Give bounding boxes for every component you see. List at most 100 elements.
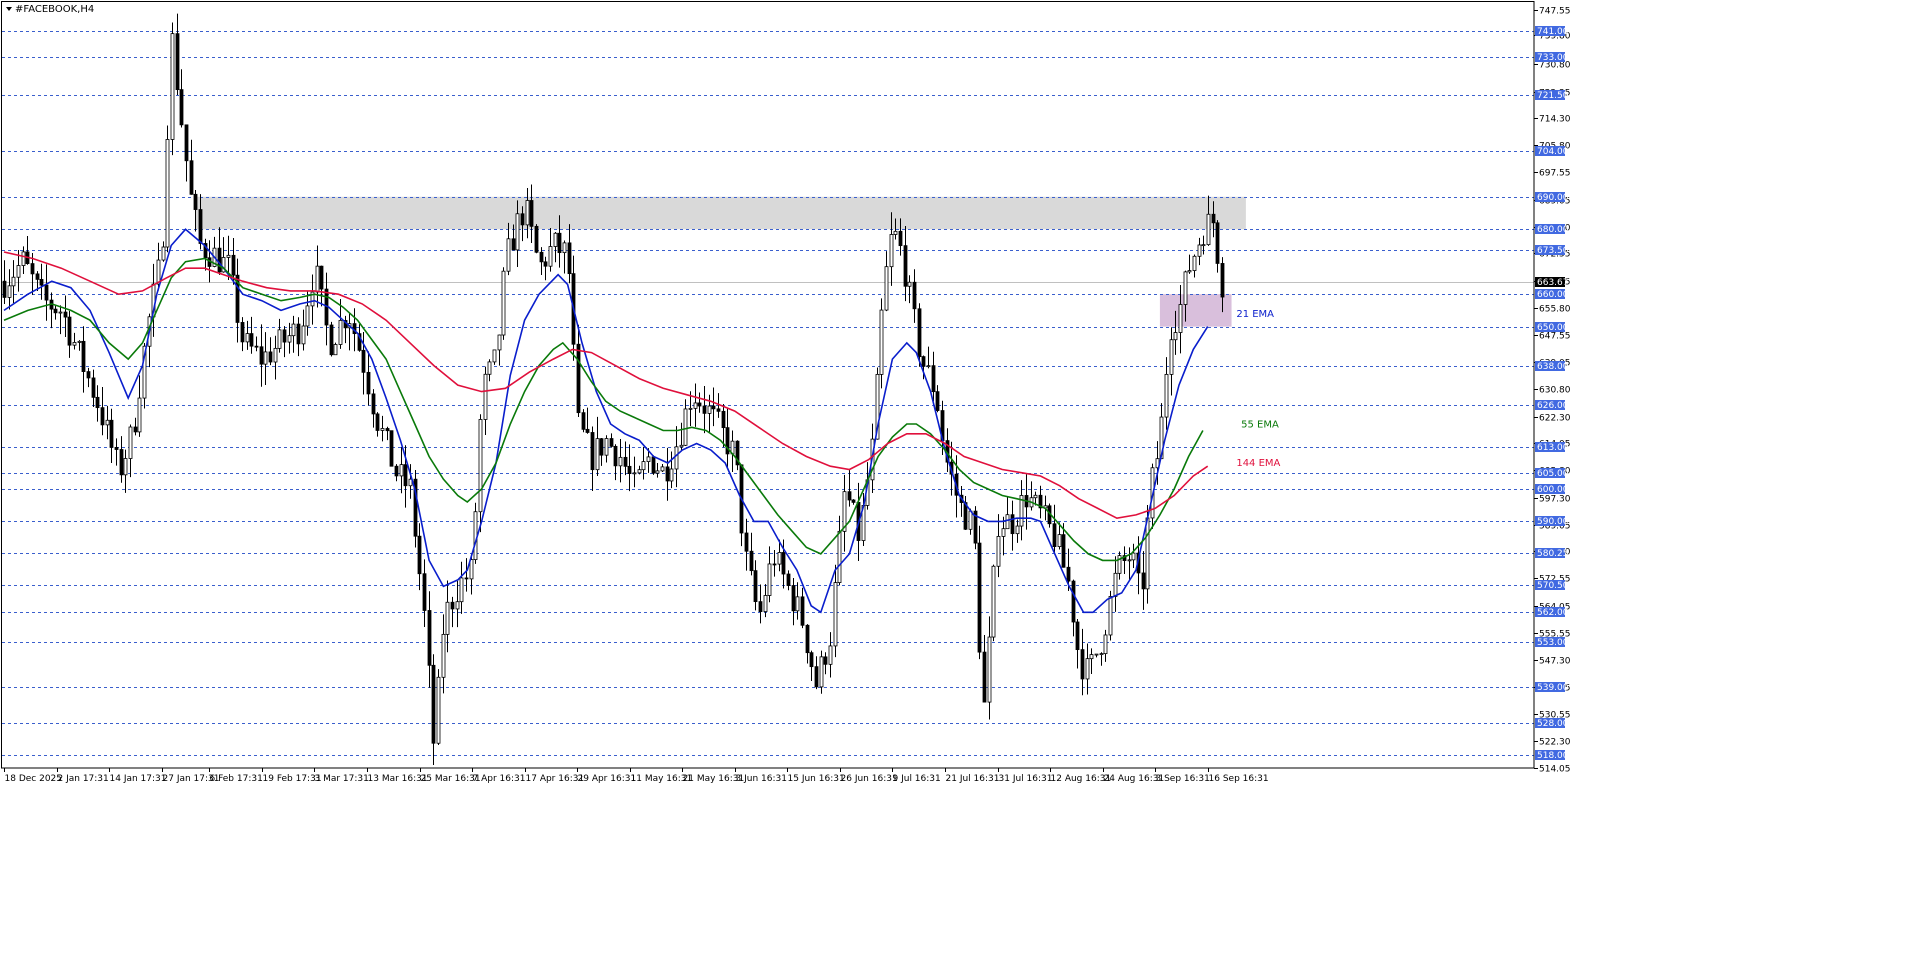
level-tag[interactable]: 741.00 [1535, 26, 1569, 37]
55-ema-label: 55 EMA [1241, 419, 1279, 430]
level-tag-label: 570.50 [1537, 581, 1569, 591]
candle-body [184, 124, 189, 162]
candle-body [77, 340, 82, 343]
candle[interactable] [165, 125, 170, 253]
candle-body [58, 311, 63, 314]
price-tick-label: 697.55 [1539, 169, 1571, 179]
candle-body [1033, 494, 1038, 499]
time-tick-label: 3 Mar 17:31 [315, 774, 369, 784]
candle[interactable] [333, 342, 338, 356]
level-tag-label: 613.00 [1537, 443, 1569, 453]
candle[interactable] [977, 525, 982, 660]
candle-body [987, 636, 992, 703]
level-tag[interactable]: 733.00 [1535, 52, 1569, 63]
time-tick-label: 9 Jul 16:31 [893, 774, 941, 784]
candle-body [1131, 552, 1136, 561]
level-tag[interactable]: 562.00 [1535, 607, 1569, 618]
level-tag[interactable]: 690.00 [1535, 192, 1569, 203]
level-tag[interactable]: 638.00 [1535, 361, 1569, 372]
price-tick-label: 622.30 [1539, 414, 1571, 424]
candle[interactable] [651, 455, 656, 475]
candle-body [114, 446, 119, 450]
level-tag[interactable]: 721.50 [1535, 90, 1569, 101]
candle[interactable] [534, 224, 539, 254]
level-tag[interactable]: 553.00 [1535, 637, 1569, 648]
candle[interactable] [501, 267, 506, 340]
candle-body [478, 419, 483, 513]
level-tag[interactable]: 605.00 [1535, 468, 1569, 479]
candle[interactable] [473, 502, 478, 564]
time-tick-label: 3 Jun 16:31 [736, 774, 787, 784]
level-tag-label: 680.00 [1537, 225, 1569, 235]
candle[interactable] [329, 321, 334, 357]
level-tag[interactable]: 600.00 [1535, 484, 1569, 495]
candle-body [632, 472, 637, 475]
level-tag[interactable]: 660.00 [1535, 289, 1569, 300]
candle-body [795, 596, 800, 612]
price-tick-label: 547.30 [1539, 657, 1571, 667]
level-tag[interactable]: 704.00 [1535, 146, 1569, 157]
candle-body [1108, 596, 1113, 636]
candle-body [576, 343, 581, 414]
level-tag[interactable]: 539.00 [1535, 682, 1569, 693]
candle-body [291, 323, 296, 337]
candle-body [371, 393, 376, 415]
price-chart[interactable]: 21 EMA 55 EMA 144 EMA 747.55739.80730.8072… [0, 0, 1916, 963]
candle-body [436, 676, 441, 744]
candle[interactable] [413, 469, 418, 548]
price-axis[interactable]: 747.55739.80730.80722.35714.30705.80697.… [1534, 7, 1571, 775]
candle-body [1010, 514, 1015, 535]
candle-body [333, 344, 338, 356]
chart-title: #FACEBOOK,H4 [15, 4, 94, 15]
candle-body [263, 351, 268, 365]
candle[interactable] [973, 506, 978, 550]
candle-body [1220, 263, 1225, 298]
level-tag[interactable]: 590.00 [1535, 516, 1569, 527]
candle-body [240, 322, 245, 343]
candle[interactable] [389, 430, 394, 467]
level-tag-label: 528.00 [1537, 719, 1569, 729]
level-tag[interactable]: 650.00 [1535, 322, 1569, 333]
candle-body [823, 656, 828, 665]
candle-body [884, 266, 889, 311]
candle-body [548, 246, 553, 267]
candle-body [128, 426, 133, 459]
candle-body [492, 349, 497, 363]
candle-body [529, 200, 534, 227]
candle-body [534, 225, 539, 253]
candle-body [119, 449, 124, 476]
candle-body [749, 550, 754, 572]
candle-body [1061, 534, 1066, 568]
candle[interactable] [581, 409, 586, 433]
candle-body [483, 373, 488, 420]
level-tag[interactable]: 518.00 [1535, 750, 1569, 761]
candle-body [21, 251, 26, 266]
candle-body [805, 624, 810, 654]
level-tag-label: 518.00 [1537, 751, 1569, 761]
level-tag[interactable]: 673.50 [1535, 245, 1569, 256]
level-tag-label: 741.00 [1537, 27, 1569, 37]
candle-body [282, 329, 287, 343]
level-tag[interactable]: 613.00 [1535, 442, 1569, 453]
candle-body [744, 532, 749, 552]
level-tag[interactable]: 626.00 [1535, 400, 1569, 411]
candle-body [814, 666, 819, 688]
candle[interactable] [170, 22, 175, 156]
candle-body [520, 213, 525, 226]
candle-body [91, 377, 96, 398]
candle-body [338, 320, 343, 345]
candle-body [249, 333, 254, 347]
candle-body [525, 200, 530, 226]
level-tag[interactable]: 580.25 [1535, 548, 1569, 559]
candle-body [329, 324, 334, 356]
candle-body [473, 511, 478, 561]
level-tag[interactable]: 570.50 [1535, 580, 1569, 591]
candle[interactable] [991, 564, 996, 642]
candle-body [109, 419, 114, 448]
level-tag[interactable]: 528.00 [1535, 718, 1569, 729]
level-tag[interactable]: 680.00 [1535, 224, 1569, 235]
candle[interactable] [436, 669, 441, 746]
candle-body [445, 601, 450, 635]
candle-body [763, 595, 768, 613]
chart-title-group[interactable]: #FACEBOOK,H4 [6, 4, 94, 15]
